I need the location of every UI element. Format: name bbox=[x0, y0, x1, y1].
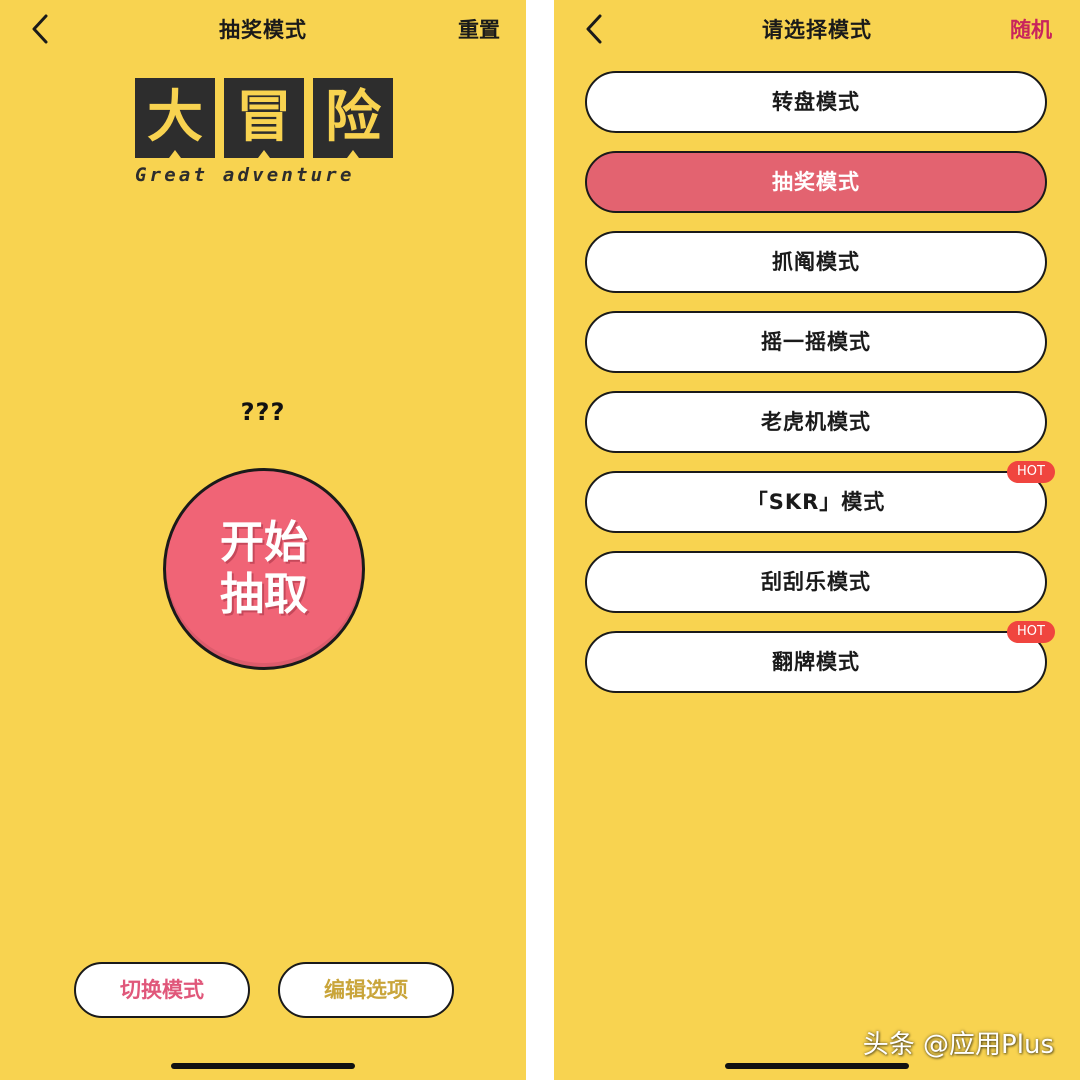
page-title: 请选择模式 bbox=[762, 18, 872, 42]
watermark: 头条 @应用Plus bbox=[862, 1030, 1054, 1060]
logo-char: 冒 bbox=[224, 78, 304, 158]
stage: 抽奖模式 重置 大 冒 险 Great adventure ??? 开始 抽取 … bbox=[0, 0, 1080, 1080]
logo: 大 冒 险 Great adventure bbox=[135, 78, 393, 186]
mode-label: 转盘模式 bbox=[772, 90, 860, 114]
random-button[interactable]: 随机 bbox=[1010, 14, 1052, 44]
mode-label: 「SKR」模式 bbox=[746, 490, 886, 514]
mode-label: 翻牌模式 bbox=[772, 650, 860, 674]
home-indicator[interactable] bbox=[725, 1063, 909, 1069]
mode-label: 摇一摇模式 bbox=[761, 330, 871, 354]
start-button-line2: 抽取 bbox=[220, 569, 308, 620]
edit-options-button[interactable]: 编辑选项 bbox=[278, 962, 454, 1018]
mode-item-scratch-card[interactable]: 刮刮乐模式 bbox=[585, 551, 1047, 613]
home-indicator[interactable] bbox=[171, 1063, 355, 1069]
mode-item-flip-card[interactable]: 翻牌模式 HOT bbox=[585, 621, 1055, 693]
mode-select-screen: 请选择模式 随机 转盘模式 抽奖模式 抓阄模式 摇一摇模式 老虎机模式 「SKR… bbox=[554, 0, 1080, 1080]
mode-label: 抓阄模式 bbox=[772, 250, 860, 274]
logo-char: 险 bbox=[313, 78, 393, 158]
lottery-screen: 抽奖模式 重置 大 冒 险 Great adventure ??? 开始 抽取 … bbox=[0, 0, 526, 1080]
hot-badge: HOT bbox=[1007, 461, 1055, 483]
hot-badge: HOT bbox=[1007, 621, 1055, 643]
logo-subtitle: Great adventure bbox=[135, 164, 355, 186]
start-button-line1: 开始 bbox=[220, 517, 308, 568]
mode-item-lottery[interactable]: 抽奖模式 bbox=[585, 151, 1047, 213]
mode-label: 老虎机模式 bbox=[761, 410, 871, 434]
nav-bar: 请选择模式 随机 bbox=[554, 0, 1080, 58]
mode-list: 转盘模式 抽奖模式 抓阄模式 摇一摇模式 老虎机模式 「SKR」模式 HOT 刮… bbox=[585, 71, 1055, 711]
nav-bar: 抽奖模式 重置 bbox=[0, 0, 526, 58]
logo-char: 大 bbox=[135, 78, 215, 158]
mode-item-turntable[interactable]: 转盘模式 bbox=[585, 71, 1047, 133]
page-title: 抽奖模式 bbox=[219, 18, 307, 42]
result-text: ??? bbox=[240, 398, 286, 426]
mode-item-shake[interactable]: 摇一摇模式 bbox=[585, 311, 1047, 373]
mode-label: 刮刮乐模式 bbox=[761, 570, 871, 594]
mode-item-skr[interactable]: 「SKR」模式 HOT bbox=[585, 461, 1055, 533]
reset-button[interactable]: 重置 bbox=[458, 14, 500, 44]
mode-item-slot-machine[interactable]: 老虎机模式 bbox=[585, 391, 1047, 453]
mode-item-draw-lots[interactable]: 抓阄模式 bbox=[585, 231, 1047, 293]
switch-mode-button[interactable]: 切换模式 bbox=[74, 962, 250, 1018]
start-draw-button[interactable]: 开始 抽取 bbox=[163, 468, 365, 670]
mode-label: 抽奖模式 bbox=[772, 170, 860, 194]
logo-boxes: 大 冒 险 bbox=[135, 78, 393, 158]
